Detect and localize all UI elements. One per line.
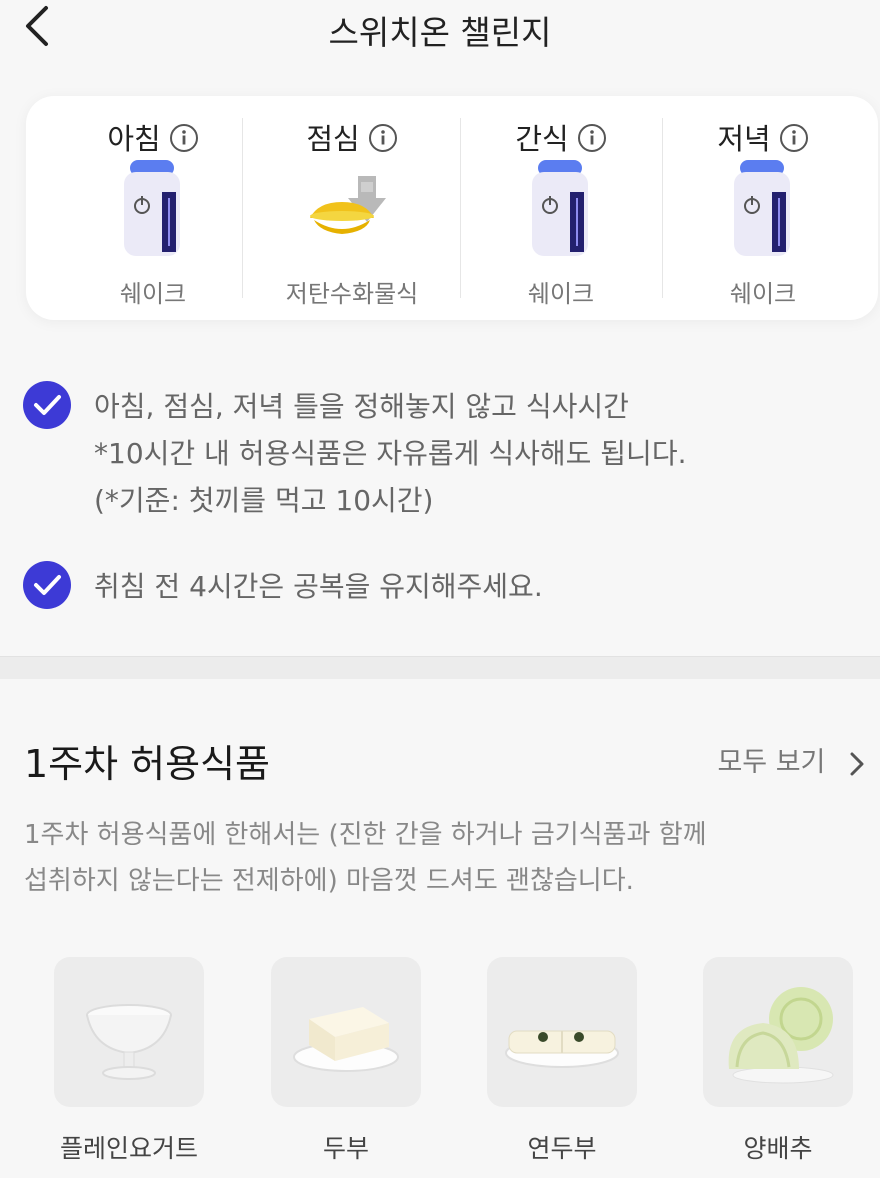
section-title: 1주차 허용식품 (24, 742, 271, 786)
meal-snack: 간식 쉐이크 (461, 96, 661, 320)
tofu-image (271, 957, 421, 1107)
low-carb-meal-icon (302, 158, 402, 262)
rule-text: 아침, 점심, 저녁 틀을 정해놓지 않고 식사시간 *10시간 내 허용식품은… (94, 383, 686, 524)
rule-line: 아침, 점심, 저녁 틀을 정해놓지 않고 식사시간 (94, 390, 629, 423)
food-item-plain-yogurt[interactable]: 플레인요거트 (54, 957, 204, 1165)
food-item-tofu[interactable]: 두부 (271, 957, 421, 1165)
shake-bottle-icon (118, 158, 188, 262)
meal-name: 저녁 (717, 122, 771, 156)
food-item-soft-tofu[interactable]: 연두부 (487, 957, 637, 1165)
description-line: 1주차 허용식품에 한해서는 (진한 간을 하거나 금기식품과 함께 (24, 820, 707, 850)
description-line: 섭취하지 않는다는 전제하에) 마음껏 드셔도 괜찮습니다. (24, 866, 634, 896)
page-title: 스위치온 챌린지 (328, 13, 552, 52)
info-icon[interactable] (577, 123, 607, 160)
meal-food: 쉐이크 (119, 280, 187, 308)
header: 스위치온 챌린지 (0, 0, 880, 70)
food-name: 두부 (322, 1134, 369, 1163)
info-icon[interactable] (169, 123, 199, 160)
section-description: 1주차 허용식품에 한해서는 (진한 간을 하거나 금기식품과 함께 섭취하지 … (24, 812, 707, 904)
info-icon[interactable] (779, 123, 809, 160)
checkmark-icon (22, 560, 72, 610)
section-divider (0, 656, 880, 679)
rule-line: 취침 전 4시간은 공복을 유지해주세요. (94, 570, 543, 603)
food-item-cabbage[interactable]: 양배추 (703, 957, 853, 1165)
soft-tofu-image (487, 957, 637, 1107)
cabbage-image (703, 957, 853, 1107)
rule-line: (*기준: 첫끼를 먹고 10시간) (94, 484, 434, 517)
rule-line: *10시간 내 허용식품은 자유롭게 식사해도 됩니다. (94, 437, 687, 470)
meal-schedule-card: 아침 쉐이크 점심 저탄수화물식 간식 쉐이크 저녁 쉐이크 (26, 96, 878, 320)
food-name: 플레인요거트 (59, 1134, 198, 1163)
meal-lunch: 점심 저탄수화물식 (243, 96, 461, 320)
shake-bottle-icon (728, 158, 798, 262)
meal-name: 아침 (107, 122, 161, 156)
checkmark-icon (22, 380, 72, 430)
plain-yogurt-image (54, 957, 204, 1107)
chevron-right-icon (850, 752, 864, 775)
food-name: 양배추 (743, 1134, 813, 1163)
food-name: 연두부 (527, 1134, 597, 1163)
see-all-link[interactable]: 모두 보기 (717, 740, 866, 779)
meal-food: 쉐이크 (729, 280, 797, 308)
meal-food: 쉐이크 (527, 280, 595, 308)
rule-text: 취침 전 4시간은 공복을 유지해주세요. (94, 563, 543, 610)
meal-dinner: 저녁 쉐이크 (663, 96, 863, 320)
see-all-label: 모두 보기 (717, 747, 826, 778)
meal-food: 저탄수화물식 (285, 280, 419, 308)
meal-name: 간식 (515, 122, 569, 156)
info-icon[interactable] (368, 123, 398, 160)
shake-bottle-icon (526, 158, 596, 262)
meal-name: 점심 (306, 122, 360, 156)
meal-breakfast: 아침 쉐이크 (48, 96, 258, 320)
